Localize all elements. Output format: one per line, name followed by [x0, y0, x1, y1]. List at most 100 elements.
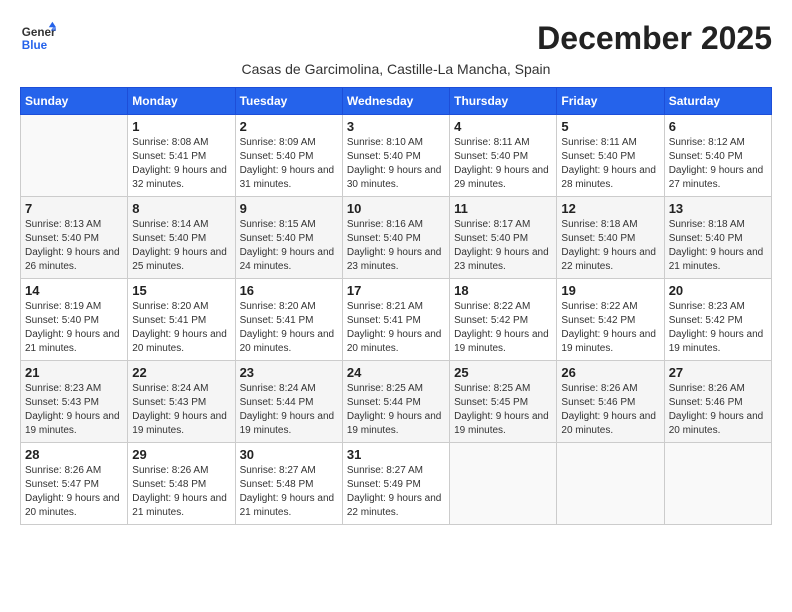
day-number: 20 [669, 283, 767, 298]
day-number: 17 [347, 283, 445, 298]
day-info: Sunrise: 8:10 AMSunset: 5:40 PMDaylight:… [347, 136, 445, 192]
calendar-cell: 23Sunrise: 8:24 AMSunset: 5:44 PMDayligh… [235, 361, 342, 443]
calendar-cell: 12 Sunrise: 8:18 AMSunset: 5:40 PMDayligh… [557, 197, 664, 279]
day-info: Sunrise: 8:24 AMSunset: 5:43 PMDaylight:… [132, 382, 230, 438]
day-number: 14 [25, 283, 123, 298]
calendar-cell: 9 Sunrise: 8:15 AMSunset: 5:40 PMDaylight… [235, 197, 342, 279]
day-info: Sunrise: 8:26 AMSunset: 5:46 PMDaylight:… [669, 382, 767, 438]
calendar-header-sunday: Sunday [21, 88, 128, 115]
day-number: 22 [132, 365, 230, 380]
day-info: Sunrise: 8:27 AMSunset: 5:49 PMDaylight:… [347, 464, 445, 520]
calendar-cell: 5 Sunrise: 8:11 AMSunset: 5:40 PMDaylight… [557, 115, 664, 197]
logo: General Blue [20, 20, 56, 56]
svg-text:General: General [22, 26, 56, 39]
calendar-cell: 28 Sunrise: 8:26 AMSunset: 5:47 PMDayligh… [21, 443, 128, 525]
day-info: Sunrise: 8:12 AMSunset: 5:40 PMDaylight:… [669, 136, 767, 192]
calendar-cell: 22 Sunrise: 8:24 AMSunset: 5:43 PMDayligh… [128, 361, 235, 443]
day-number: 30 [240, 447, 338, 462]
day-number: 1 [132, 119, 230, 134]
day-number: 11 [454, 201, 552, 216]
calendar-cell: 24 Sunrise: 8:25 AMSunset: 5:44 PMDayligh… [342, 361, 449, 443]
calendar-header-thursday: Thursday [450, 88, 557, 115]
calendar-cell: 15 Sunrise: 8:20 AMSunset: 5:41 PMDayligh… [128, 279, 235, 361]
calendar-cell: 14 Sunrise: 8:19 AMSunset: 5:40 PMDayligh… [21, 279, 128, 361]
calendar: SundayMondayTuesdayWednesdayThursdayFrid… [20, 87, 772, 525]
day-number: 8 [132, 201, 230, 216]
day-info: Sunrise: 8:08 AMSunset: 5:41 PMDaylight:… [132, 136, 230, 192]
day-info: Sunrise: 8:26 AMSunset: 5:48 PMDaylight:… [132, 464, 230, 520]
day-number: 28 [25, 447, 123, 462]
day-number: 31 [347, 447, 445, 462]
day-info: Sunrise: 8:11 AMSunset: 5:40 PMDaylight:… [454, 136, 552, 192]
calendar-cell: 10 Sunrise: 8:16 AMSunset: 5:40 PMDayligh… [342, 197, 449, 279]
calendar-cell [21, 115, 128, 197]
day-number: 4 [454, 119, 552, 134]
day-number: 9 [240, 201, 338, 216]
day-info: Sunrise: 8:18 AMSunset: 5:40 PMDaylight:… [561, 218, 659, 274]
page-title: December 2025 [537, 20, 772, 57]
day-number: 12 [561, 201, 659, 216]
day-number: 27 [669, 365, 767, 380]
day-number: 6 [669, 119, 767, 134]
calendar-cell: 8 Sunrise: 8:14 AMSunset: 5:40 PMDaylight… [128, 197, 235, 279]
day-info: Sunrise: 8:23 AMSunset: 5:43 PMDaylight:… [25, 382, 123, 438]
calendar-cell [664, 443, 771, 525]
day-number: 5 [561, 119, 659, 134]
day-info: Sunrise: 8:19 AMSunset: 5:40 PMDaylight:… [25, 300, 123, 356]
calendar-cell: 1 Sunrise: 8:08 AMSunset: 5:41 PMDaylight… [128, 115, 235, 197]
day-number: 25 [454, 365, 552, 380]
day-info: Sunrise: 8:13 AMSunset: 5:40 PMDaylight:… [25, 218, 123, 274]
calendar-cell: 19 Sunrise: 8:22 AMSunset: 5:42 PMDayligh… [557, 279, 664, 361]
day-info: Sunrise: 8:21 AMSunset: 5:41 PMDaylight:… [347, 300, 445, 356]
day-number: 24 [347, 365, 445, 380]
calendar-cell: 26 Sunrise: 8:26 AMSunset: 5:46 PMDayligh… [557, 361, 664, 443]
day-info: Sunrise: 8:15 AMSunset: 5:40 PMDaylight:… [240, 218, 338, 274]
calendar-cell: 27 Sunrise: 8:26 AMSunset: 5:46 PMDayligh… [664, 361, 771, 443]
day-number: 3 [347, 119, 445, 134]
calendar-cell: 2 Sunrise: 8:09 AMSunset: 5:40 PMDaylight… [235, 115, 342, 197]
day-info: Sunrise: 8:24 AMSunset: 5:44 PMDaylight:… [240, 382, 338, 438]
calendar-cell: 21Sunrise: 8:23 AMSunset: 5:43 PMDayligh… [21, 361, 128, 443]
day-info: Sunrise: 8:22 AMSunset: 5:42 PMDaylight:… [561, 300, 659, 356]
calendar-cell: 17 Sunrise: 8:21 AMSunset: 5:41 PMDayligh… [342, 279, 449, 361]
calendar-cell: 4 Sunrise: 8:11 AMSunset: 5:40 PMDaylight… [450, 115, 557, 197]
svg-text:Blue: Blue [22, 39, 48, 52]
calendar-header-tuesday: Tuesday [235, 88, 342, 115]
header-top: General Blue December 2025 [20, 20, 772, 57]
day-number: 13 [669, 201, 767, 216]
day-info: Sunrise: 8:26 AMSunset: 5:47 PMDaylight:… [25, 464, 123, 520]
day-number: 7 [25, 201, 123, 216]
day-info: Sunrise: 8:26 AMSunset: 5:46 PMDaylight:… [561, 382, 659, 438]
calendar-header-friday: Friday [557, 88, 664, 115]
subtitle: Casas de Garcimolina, Castille-La Mancha… [20, 61, 772, 77]
day-number: 26 [561, 365, 659, 380]
calendar-cell: 30Sunrise: 8:27 AMSunset: 5:48 PMDayligh… [235, 443, 342, 525]
day-number: 19 [561, 283, 659, 298]
calendar-cell [557, 443, 664, 525]
calendar-cell: 11 Sunrise: 8:17 AMSunset: 5:40 PMDayligh… [450, 197, 557, 279]
day-info: Sunrise: 8:25 AMSunset: 5:45 PMDaylight:… [454, 382, 552, 438]
calendar-cell: 18Sunrise: 8:22 AMSunset: 5:42 PMDayligh… [450, 279, 557, 361]
day-number: 15 [132, 283, 230, 298]
calendar-cell: 7 Sunrise: 8:13 AMSunset: 5:40 PMDaylight… [21, 197, 128, 279]
day-number: 29 [132, 447, 230, 462]
calendar-cell: 29 Sunrise: 8:26 AMSunset: 5:48 PMDayligh… [128, 443, 235, 525]
calendar-header-saturday: Saturday [664, 88, 771, 115]
day-info: Sunrise: 8:18 AMSunset: 5:40 PMDaylight:… [669, 218, 767, 274]
day-number: 2 [240, 119, 338, 134]
day-number: 16 [240, 283, 338, 298]
day-info: Sunrise: 8:22 AMSunset: 5:42 PMDaylight:… [454, 300, 552, 356]
day-info: Sunrise: 8:25 AMSunset: 5:44 PMDaylight:… [347, 382, 445, 438]
day-info: Sunrise: 8:23 AMSunset: 5:42 PMDaylight:… [669, 300, 767, 356]
day-info: Sunrise: 8:16 AMSunset: 5:40 PMDaylight:… [347, 218, 445, 274]
calendar-cell: 3 Sunrise: 8:10 AMSunset: 5:40 PMDaylight… [342, 115, 449, 197]
day-info: Sunrise: 8:17 AMSunset: 5:40 PMDaylight:… [454, 218, 552, 274]
calendar-cell: 31 Sunrise: 8:27 AMSunset: 5:49 PMDayligh… [342, 443, 449, 525]
calendar-cell: 16Sunrise: 8:20 AMSunset: 5:41 PMDayligh… [235, 279, 342, 361]
calendar-cell: 6 Sunrise: 8:12 AMSunset: 5:40 PMDaylight… [664, 115, 771, 197]
day-info: Sunrise: 8:11 AMSunset: 5:40 PMDaylight:… [561, 136, 659, 192]
day-number: 10 [347, 201, 445, 216]
day-info: Sunrise: 8:09 AMSunset: 5:40 PMDaylight:… [240, 136, 338, 192]
day-info: Sunrise: 8:14 AMSunset: 5:40 PMDaylight:… [132, 218, 230, 274]
day-info: Sunrise: 8:20 AMSunset: 5:41 PMDaylight:… [132, 300, 230, 356]
